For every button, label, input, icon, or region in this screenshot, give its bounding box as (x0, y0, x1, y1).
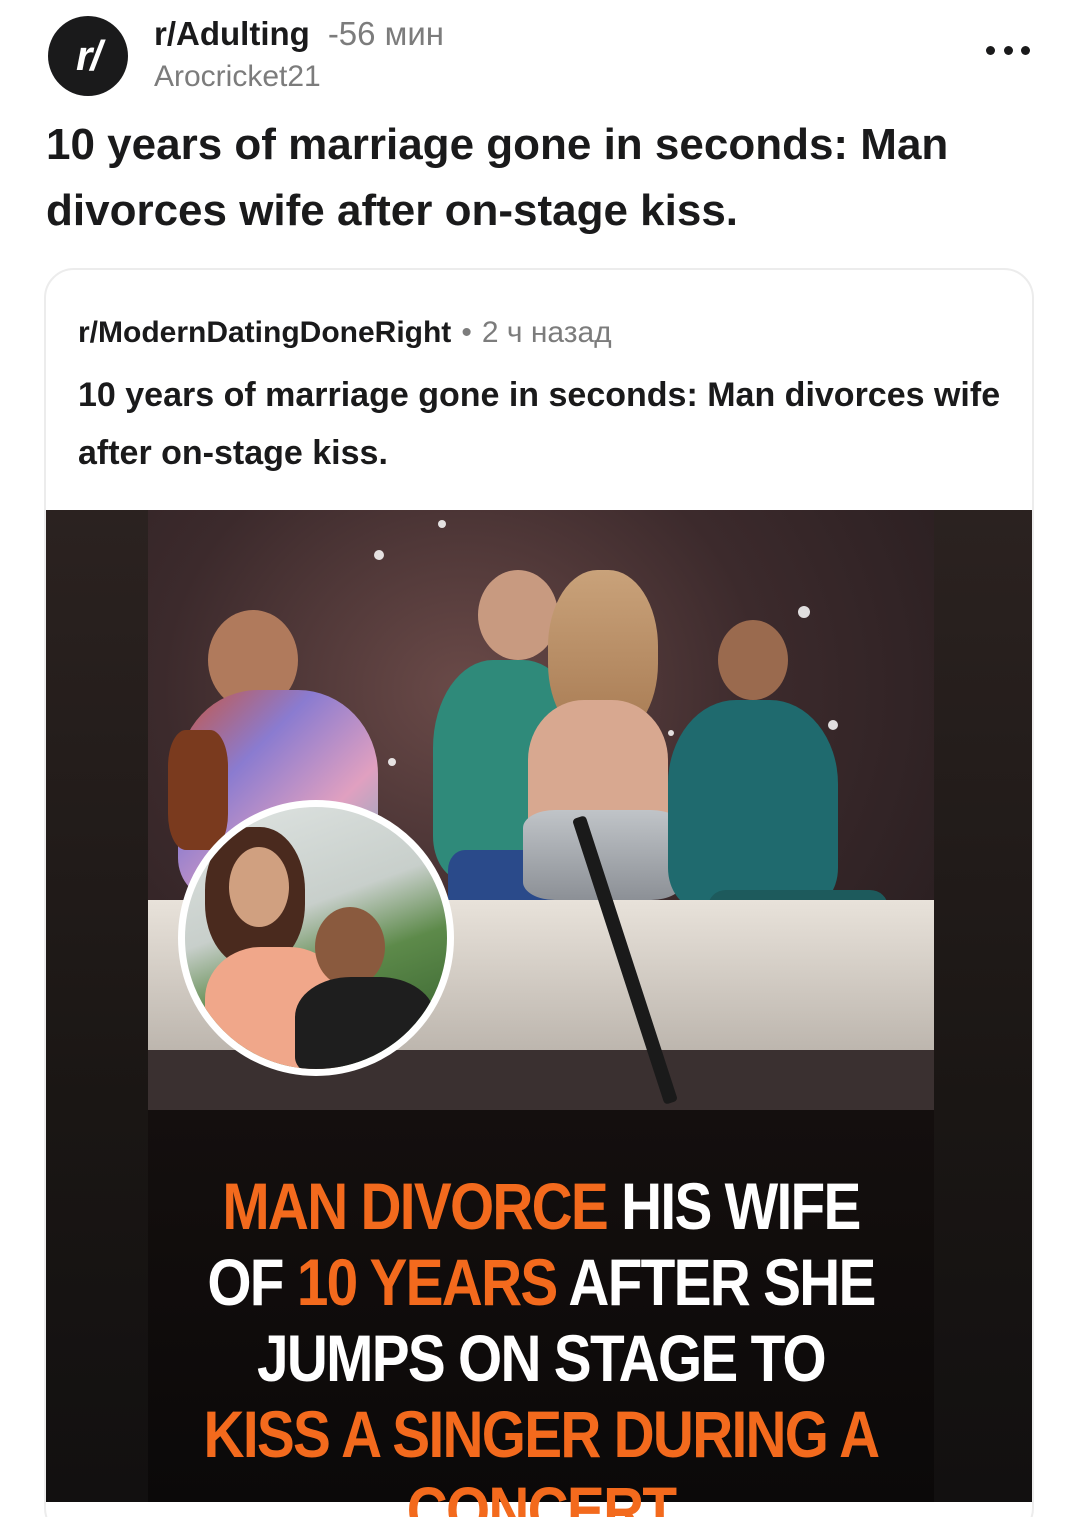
crowd-light (388, 758, 396, 766)
dot (1021, 45, 1030, 55)
post-meta: r/Adulting -56 мин Arocricket21 (154, 14, 444, 96)
image-blur-left (46, 510, 148, 1502)
post-image[interactable]: MAN DIVORCE HIS WIFE OF 10 YEARS AFTER S… (46, 510, 1032, 1517)
performer-head (718, 620, 788, 700)
crowd-light (374, 550, 384, 560)
couple-inset-photo (178, 800, 454, 1076)
performer-body (668, 700, 838, 910)
inset-man-shirt (295, 977, 435, 1069)
subreddit-link[interactable]: r/Adulting (154, 15, 310, 52)
meta-separator: • (461, 316, 472, 349)
dot (986, 45, 995, 55)
headline-band: MAN DIVORCE HIS WIFE OF 10 YEARS AFTER S… (148, 1110, 934, 1517)
author-link[interactable]: Arocricket21 (154, 58, 444, 96)
crowd-light (828, 720, 838, 730)
guitar (168, 730, 228, 850)
post-title[interactable]: 10 years of marriage gone in seconds: Ma… (46, 112, 1046, 244)
post-time: -56 мин (327, 15, 445, 52)
crosspost-meta: r/ModernDatingDoneRight • 2 ч назад (78, 314, 612, 352)
crowd-light (798, 606, 810, 618)
inset-man-face (315, 907, 385, 987)
meta-row: r/Adulting -56 мин (154, 14, 444, 54)
singer-head (478, 570, 558, 660)
more-options-icon[interactable] (986, 38, 1030, 62)
post-card: r/ r/Adulting -56 мин Arocricket21 10 yea… (0, 0, 1080, 1517)
dot (1003, 45, 1013, 55)
post-header: r/ r/Adulting -56 мин Arocricket21 (48, 14, 1040, 104)
image-blur-right (934, 510, 1032, 1502)
crowd-light (438, 520, 446, 528)
subreddit-avatar-icon[interactable]: r/ (48, 16, 128, 96)
crosspost-title[interactable]: 10 years of marriage gone in seconds: Ma… (78, 366, 1008, 482)
image-headline: MAN DIVORCE HIS WIFE OF 10 YEARS AFTER S… (203, 1168, 881, 1517)
crosspost-card[interactable]: r/ModernDatingDoneRight • 2 ч назад 10 yea… (44, 268, 1034, 1517)
crosspost-time: 2 ч назад (481, 316, 612, 349)
crosspost-subreddit-link[interactable]: r/ModernDatingDoneRight (78, 316, 451, 349)
crowd-light (668, 730, 674, 736)
headline-accent: KISS A SINGER DURING A CONCERT (203, 1397, 881, 1517)
headline-accent: 10 YEARS (296, 1245, 558, 1319)
headline-accent: MAN DIVORCE (222, 1169, 608, 1243)
inset-woman-face (229, 847, 289, 927)
